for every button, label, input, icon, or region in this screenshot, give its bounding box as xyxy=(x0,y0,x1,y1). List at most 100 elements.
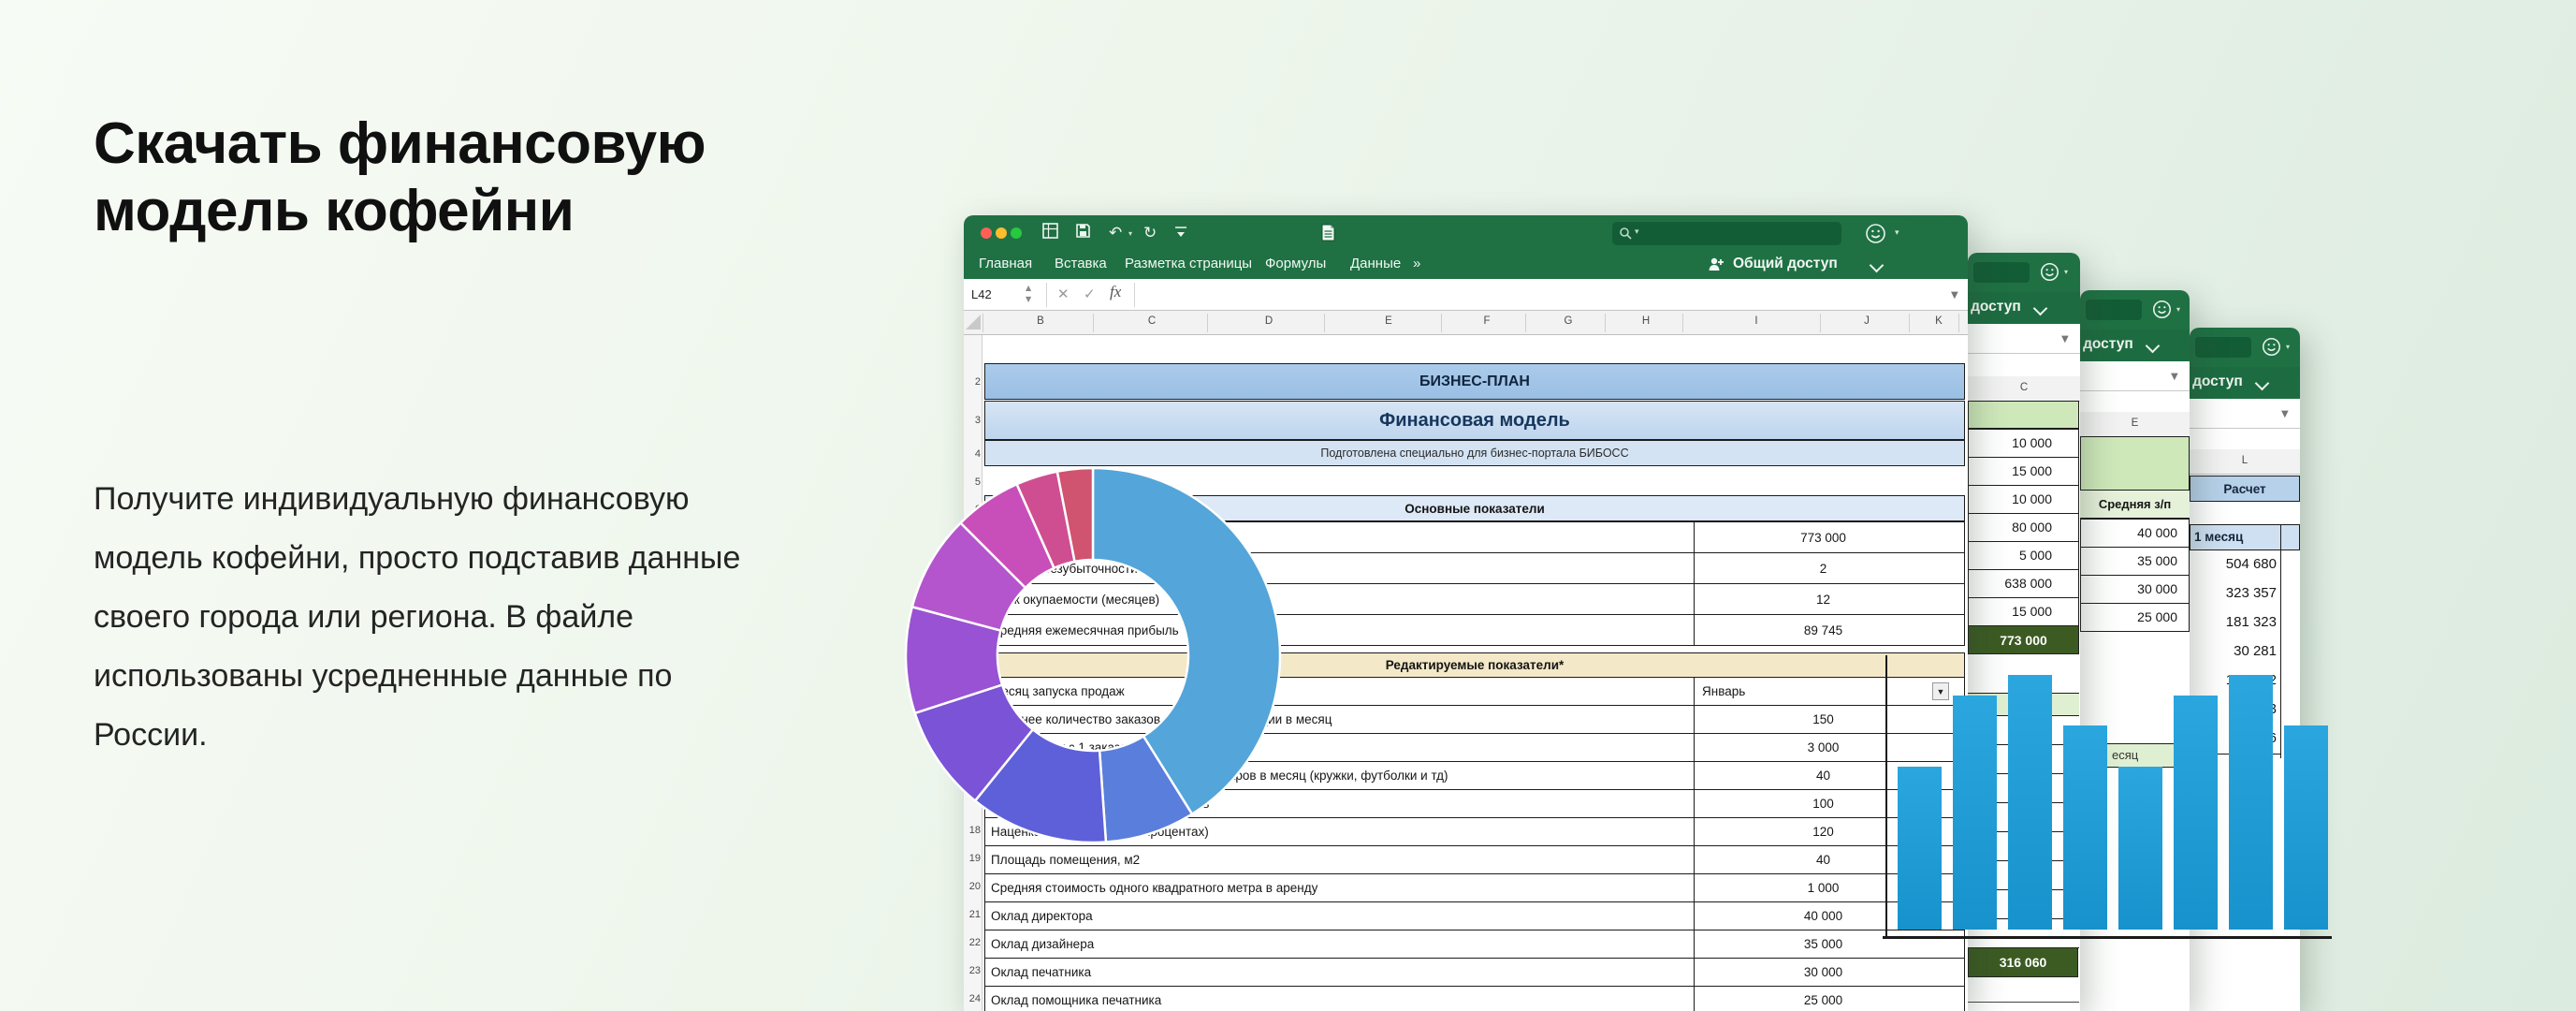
share-chevron-icon[interactable] xyxy=(1871,258,1882,275)
column-header-D[interactable]: D xyxy=(1259,315,1278,327)
cell-value[interactable]: 30 000 xyxy=(2103,581,2177,596)
confirm-entry-icon[interactable]: ✓ xyxy=(1084,286,1096,302)
column-header-C[interactable]: C xyxy=(1968,382,2080,393)
row-number-22[interactable]: 22 xyxy=(964,937,981,948)
save-icon[interactable] xyxy=(1075,223,1094,242)
feedback-smiley-icon[interactable] xyxy=(1864,222,1888,246)
column-header-C[interactable]: C xyxy=(1142,315,1161,327)
smiley-caret-icon[interactable]: ▾ xyxy=(2064,268,2068,276)
zoom-button[interactable] xyxy=(1011,227,1022,239)
cell-value[interactable]: 323 357 xyxy=(2190,585,2277,601)
share-person-icon[interactable] xyxy=(1708,256,1726,273)
formula-bar: ▼ xyxy=(1968,324,2080,354)
row-number-3[interactable]: 3 xyxy=(964,415,981,426)
formula-bar-caret-icon[interactable]: ▼ xyxy=(2281,409,2289,419)
cell-value[interactable]: 181 323 xyxy=(2190,614,2277,630)
formula-input[interactable] xyxy=(1135,279,1940,310)
collapsed-search-box[interactable] xyxy=(1973,262,2030,283)
close-button[interactable] xyxy=(981,227,992,239)
ribbon-collapse-icon[interactable] xyxy=(1174,225,1187,240)
name-box[interactable]: L42 xyxy=(971,285,1026,305)
title-bar: ↶ ▾ ↻ ▾ ▾ xyxy=(964,215,1968,251)
smiley-caret-icon[interactable]: ▾ xyxy=(1895,228,1899,238)
cell-value[interactable]: 504 680 xyxy=(2190,556,2277,572)
select-all-corner[interactable] xyxy=(966,315,981,330)
highlight-cell-bottom[interactable]: 316 060 xyxy=(1968,947,2078,977)
column-header-L[interactable]: L xyxy=(2190,455,2300,466)
row-number-2[interactable]: 2 xyxy=(964,376,981,388)
column-divider xyxy=(1909,314,1910,332)
sheet-search-input[interactable]: ▾ xyxy=(1612,222,1841,245)
cell-value[interactable]: 10 000 xyxy=(1977,435,2052,450)
feedback-smiley-icon[interactable] xyxy=(2261,336,2283,359)
share-chevron-icon[interactable] xyxy=(2147,339,2158,356)
smiley-caret-icon[interactable]: ▾ xyxy=(2176,305,2180,314)
column-header-E[interactable]: E xyxy=(2080,418,2190,429)
menu-tab-3[interactable]: Разметка страницы xyxy=(1125,256,1252,271)
menu-tab-2[interactable]: Вставка xyxy=(1055,256,1107,271)
share-chevron-icon[interactable] xyxy=(2035,301,2045,318)
column-header-I[interactable]: I xyxy=(1747,315,1766,327)
cell-value[interactable]: 40 000 xyxy=(2103,525,2177,540)
cell-value[interactable]: 89 745 xyxy=(1694,615,1952,645)
row-label: Оклад помощника печатника xyxy=(991,987,1691,1011)
cell-value[interactable]: 773 000 xyxy=(1694,522,1952,552)
cell-value[interactable]: 30 000 xyxy=(1694,959,1952,986)
row-number-20[interactable]: 20 xyxy=(964,881,981,892)
column-header-B[interactable]: B xyxy=(1031,315,1050,327)
cell-row: 504 680 xyxy=(2190,550,2280,580)
column-header-K[interactable]: K xyxy=(1929,315,1948,327)
selected-cell[interactable] xyxy=(1968,401,2079,429)
minimize-button[interactable] xyxy=(996,227,1007,239)
cancel-entry-icon[interactable]: ✕ xyxy=(1057,286,1070,302)
cell-row: 10 000 xyxy=(1968,485,2079,514)
formula-bar-caret-icon[interactable]: ▼ xyxy=(2171,372,2178,382)
column-header-E[interactable]: E xyxy=(1379,315,1398,327)
share-button-clipped[interactable]: Общий доступ xyxy=(2190,374,2243,390)
cell-value[interactable]: 25 000 xyxy=(2103,609,2177,624)
feedback-smiley-icon[interactable] xyxy=(2151,299,2174,321)
menu-tab-5[interactable]: Данные xyxy=(1350,256,1401,271)
cell-value[interactable]: 15 000 xyxy=(1977,463,2052,478)
cell-value[interactable]: 80 000 xyxy=(1977,520,2052,535)
cell-value[interactable]: 2 xyxy=(1694,553,1952,583)
redo-icon[interactable]: ↻ xyxy=(1143,223,1157,243)
name-box-stepper[interactable]: ▲ ▼ xyxy=(1026,283,1031,305)
cell-value[interactable]: 25 000 xyxy=(1694,987,1952,1011)
row-number-19[interactable]: 19 xyxy=(964,853,981,864)
column-header-F[interactable]: F xyxy=(1477,315,1496,327)
feedback-smiley-icon[interactable] xyxy=(2039,261,2061,284)
column-header-J[interactable]: J xyxy=(1857,315,1876,327)
section-header: Расчет xyxy=(2190,476,2300,502)
undo-icon[interactable]: ↶ xyxy=(1109,223,1122,243)
cell-value[interactable]: 638 000 xyxy=(1977,576,2052,591)
share-chevron-icon[interactable] xyxy=(2257,376,2267,393)
formula-bar-caret-icon[interactable]: ▼ xyxy=(2061,334,2069,344)
bar-3 xyxy=(2008,675,2052,930)
collapsed-search-box[interactable] xyxy=(2086,300,2142,320)
share-button-clipped[interactable]: Общий доступ xyxy=(2080,336,2133,353)
cell-value[interactable]: 10 000 xyxy=(1977,491,2052,506)
formula-bar-caret-icon[interactable]: ▼ xyxy=(1951,290,1958,300)
menu-tab-4[interactable]: Формулы xyxy=(1265,256,1326,271)
collapsed-search-box[interactable] xyxy=(2195,337,2251,358)
share-button-clipped[interactable]: Общий доступ xyxy=(1968,299,2021,315)
smiley-caret-icon[interactable]: ▾ xyxy=(2286,343,2290,351)
cell-value[interactable]: 12 xyxy=(1694,584,1952,614)
undo-caret-icon[interactable]: ▾ xyxy=(1128,229,1132,238)
share-button[interactable]: Общий доступ xyxy=(1733,256,1838,272)
column-header-G[interactable]: G xyxy=(1559,315,1578,327)
selected-cell[interactable] xyxy=(2080,436,2190,491)
column-header-H[interactable]: H xyxy=(1637,315,1655,327)
row-number-24[interactable]: 24 xyxy=(964,993,981,1004)
page-description: Получите индивидуальную финансовую модел… xyxy=(94,470,749,765)
fx-icon[interactable]: fx xyxy=(1110,283,1121,301)
workbook-grid-icon[interactable] xyxy=(1042,223,1061,242)
menu-tab-1[interactable]: Главная xyxy=(979,256,1032,271)
cell-value[interactable]: 15 000 xyxy=(1977,604,2052,619)
row-number-23[interactable]: 23 xyxy=(964,965,981,976)
cell-value[interactable]: 35 000 xyxy=(2103,553,2177,568)
menu-tab-6[interactable]: » xyxy=(1413,256,1420,271)
row-number-21[interactable]: 21 xyxy=(964,909,981,920)
cell-value[interactable]: 5 000 xyxy=(1977,548,2052,563)
